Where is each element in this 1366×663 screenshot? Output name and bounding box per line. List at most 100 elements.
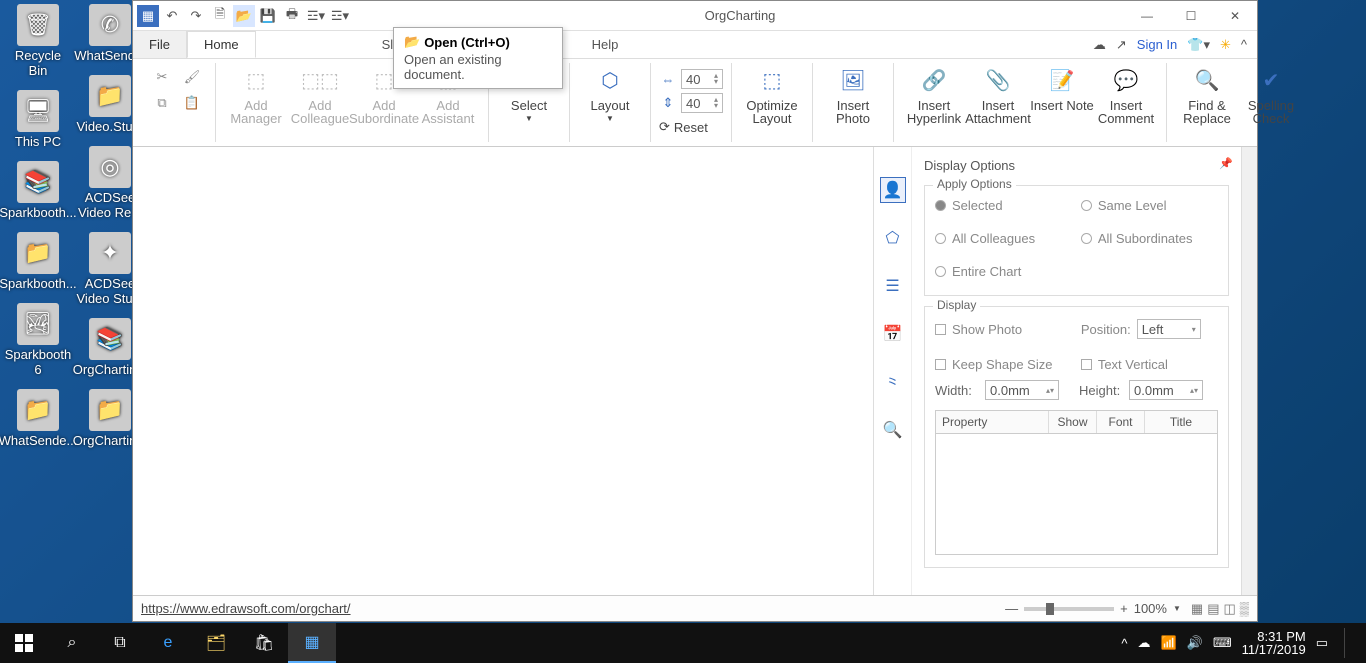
vspace-input[interactable]: 40▴▾: [681, 93, 723, 113]
edge-button[interactable]: e: [144, 623, 192, 663]
panel-tab-search-icon[interactable]: 🔍: [880, 417, 906, 443]
tab-home[interactable]: Home: [187, 31, 256, 58]
zoom-out-button[interactable]: —: [1005, 601, 1018, 616]
open-tooltip: 📂Open (Ctrl+O) Open an existing document…: [393, 27, 563, 89]
store-button[interactable]: 🛍: [240, 623, 288, 663]
tab-help[interactable]: Help: [576, 31, 635, 58]
panel-tab-shape-icon[interactable]: ⬠: [880, 225, 906, 251]
insert-note-button[interactable]: 📝Insert Note: [1030, 63, 1094, 112]
save-icon[interactable]: 💾: [257, 5, 279, 27]
notification-button[interactable]: ▭: [1316, 635, 1328, 651]
view-mode-3-icon[interactable]: ◫: [1223, 601, 1235, 617]
tray-onedrive-icon[interactable]: ☁: [1137, 635, 1150, 651]
view-mode-4-icon[interactable]: ▒: [1240, 601, 1249, 617]
opt-entire-chart[interactable]: Entire Chart: [935, 264, 1071, 279]
app-icon[interactable]: ▦: [137, 5, 159, 27]
cloud-icon[interactable]: ☁: [1093, 37, 1106, 53]
tab-file[interactable]: File: [133, 31, 187, 58]
taskbar-clock[interactable]: 8:31 PM 11/17/2019: [1242, 630, 1306, 656]
tray-keyboard-icon[interactable]: ⌨: [1213, 635, 1232, 651]
logo-icon: ✳: [1220, 37, 1231, 53]
start-button[interactable]: [0, 623, 48, 663]
pin-icon[interactable]: 📌: [1219, 157, 1233, 170]
opt-all-colleagues[interactable]: All Colleagues: [935, 231, 1071, 246]
collapse-ribbon-icon[interactable]: ^: [1241, 37, 1247, 52]
close-button[interactable]: ✕: [1213, 1, 1257, 31]
share-icon[interactable]: ↗: [1116, 37, 1127, 53]
paste-icon[interactable]: 📋: [181, 93, 203, 113]
hspace-input[interactable]: 40▴▾: [681, 69, 723, 89]
desktop-icon[interactable]: 📁Sparkbooth...: [4, 232, 72, 291]
th-show[interactable]: Show: [1049, 411, 1097, 433]
desktop-icon[interactable]: 🖥This PC: [4, 90, 72, 149]
opt-all-subordinates[interactable]: All Subordinates: [1081, 231, 1217, 246]
desktop-icon[interactable]: 📁WhatSende...: [4, 389, 72, 448]
height-input[interactable]: 0.0mm▴▾: [1129, 380, 1203, 400]
zoom-in-button[interactable]: +: [1120, 601, 1128, 616]
view-mode-2-icon[interactable]: ▤: [1207, 601, 1219, 617]
sign-in-link[interactable]: Sign In: [1137, 37, 1177, 52]
view-mode-1-icon[interactable]: ▦: [1191, 601, 1203, 617]
status-url[interactable]: https://www.edrawsoft.com/orgchart/: [141, 601, 351, 616]
list1-icon[interactable]: ☲▾: [305, 5, 327, 27]
insert-photo-button[interactable]: 🖼Insert Photo: [821, 63, 885, 125]
taskview-button[interactable]: ⧉: [96, 623, 144, 663]
desktop-icon[interactable]: 📚Sparkbooth...: [4, 161, 72, 220]
show-desktop-button[interactable]: [1344, 628, 1358, 658]
zoom-value: 100%: [1134, 601, 1167, 616]
add-manager-button[interactable]: ⬚Add Manager: [224, 63, 288, 125]
maximize-button[interactable]: ☐: [1169, 1, 1213, 31]
new-icon[interactable]: 🗎: [209, 5, 231, 27]
find-replace-button[interactable]: 🔍Find & Replace: [1175, 63, 1239, 125]
optimize-layout-button[interactable]: ⬚Optimize Layout: [740, 63, 804, 125]
chk-keep-shape[interactable]: Keep Shape Size: [935, 357, 1071, 372]
position-select[interactable]: Left▾: [1137, 319, 1201, 339]
layout-button[interactable]: ⬡Layout▼: [578, 63, 642, 125]
th-font[interactable]: Font: [1097, 411, 1145, 433]
orgcharting-taskbar-button[interactable]: ▦: [288, 623, 336, 663]
opt-selected[interactable]: Selected: [935, 198, 1071, 213]
display-title: Display: [933, 298, 980, 312]
list2-icon[interactable]: ☲▾: [329, 5, 351, 27]
copy-icon[interactable]: ⧉: [151, 93, 173, 113]
chk-show-photo[interactable]: Show Photo: [935, 319, 1071, 339]
th-title[interactable]: Title: [1145, 411, 1217, 433]
tray-volume-icon[interactable]: 🔊: [1187, 635, 1203, 651]
opt-same-level[interactable]: Same Level: [1081, 198, 1217, 213]
undo-icon[interactable]: ↶: [161, 5, 183, 27]
print-icon[interactable]: 🖶: [281, 5, 303, 27]
panel-tab-fields-icon[interactable]: ☰: [880, 273, 906, 299]
panel-scrollbar[interactable]: [1241, 147, 1257, 595]
insert-attachment-button[interactable]: 📎Insert Attachment: [966, 63, 1030, 125]
app-window: ▦ ↶ ↷ 🗎 📂 💾 🖶 ☲▾ ☲▾ OrgCharting — ☐ ✕ 📂O…: [132, 0, 1258, 622]
insert-hyperlink-button[interactable]: 🔗Insert Hyperlink: [902, 63, 966, 125]
desktop-icon[interactable]: 🗑Recycle Bin: [4, 4, 72, 78]
open-icon[interactable]: 📂: [233, 5, 255, 27]
redo-icon[interactable]: ↷: [185, 5, 207, 27]
format-painter-icon[interactable]: 🖌: [181, 67, 203, 87]
chk-text-vertical[interactable]: Text Vertical: [1081, 357, 1217, 372]
tray-chevron-icon[interactable]: ^: [1121, 636, 1127, 651]
search-button[interactable]: ⌕: [48, 623, 96, 663]
add-colleague-button[interactable]: ⬚⬚Add Colleague: [288, 63, 352, 125]
canvas-area[interactable]: [133, 147, 873, 595]
position-field: Position: Left▾: [1081, 319, 1217, 339]
reset-button[interactable]: ⟳Reset: [659, 119, 708, 135]
zoom-slider[interactable]: [1024, 607, 1114, 611]
panel-tab-tree-icon[interactable]: ⺀: [880, 369, 906, 395]
explorer-button[interactable]: 🗂: [192, 623, 240, 663]
insert-comment-button[interactable]: 💬Insert Comment: [1094, 63, 1158, 125]
vspace-icon: ⇕: [659, 94, 677, 112]
tray-network-icon[interactable]: 📶: [1160, 635, 1176, 651]
desktop-icon[interactable]: 🏞Sparkbooth 6: [4, 303, 72, 377]
th-property[interactable]: Property: [936, 411, 1049, 433]
cut-icon[interactable]: ✂: [151, 67, 173, 87]
shirt-icon[interactable]: 👕▾: [1187, 37, 1210, 53]
minimize-button[interactable]: —: [1125, 1, 1169, 31]
apply-options-title: Apply Options: [933, 177, 1016, 191]
panel-tab-date-icon[interactable]: 📅: [880, 321, 906, 347]
panel-tab-display-icon[interactable]: 👤: [880, 177, 906, 203]
width-input[interactable]: 0.0mm▴▾: [985, 380, 1059, 400]
spelling-check-button[interactable]: ✔Spelling Check: [1239, 63, 1303, 125]
height-label: Height:: [1079, 383, 1123, 398]
